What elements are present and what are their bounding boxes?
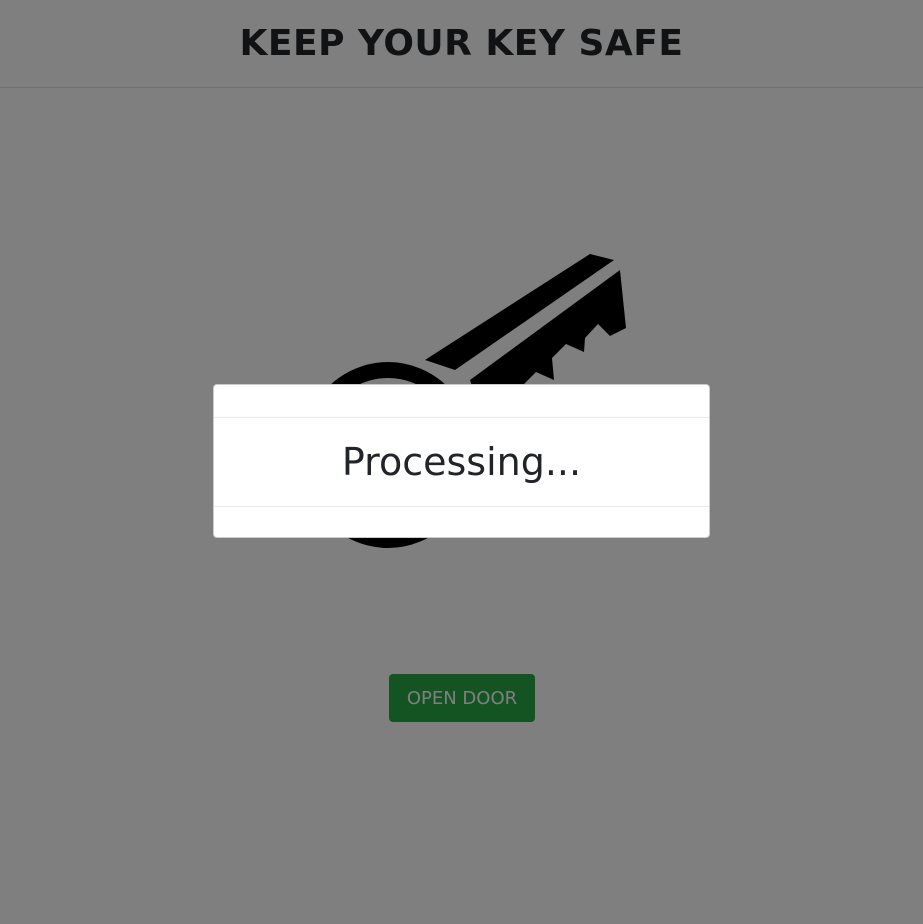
modal-footer: [214, 507, 709, 537]
modal-body: Processing...: [214, 418, 709, 507]
processing-message: Processing...: [341, 440, 582, 484]
modal-header: [214, 385, 709, 418]
page: KEEP YOUR KEY SAFE OPEN DOOR Processing.…: [0, 0, 923, 924]
processing-modal: Processing...: [213, 384, 710, 538]
